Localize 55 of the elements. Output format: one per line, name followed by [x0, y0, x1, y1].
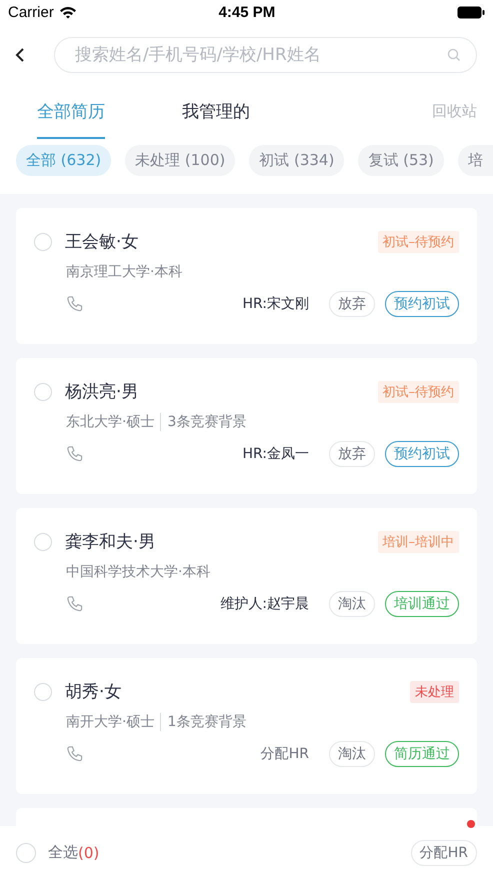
select-all-label[interactable]: 全选	[48, 843, 78, 862]
search-icon[interactable]	[447, 48, 461, 62]
carrier-label: Carrier	[8, 4, 54, 21]
tab[interactable]: 我管理的	[182, 100, 250, 139]
assign-hr-button[interactable]: 分配HR	[410, 840, 477, 866]
reject-button[interactable]: 淘汰	[329, 741, 375, 767]
owner-label: HR:金凤一	[242, 445, 309, 463]
action-button[interactable]: 预约初试	[385, 441, 459, 467]
owner-label: 维护人:赵宇晨	[220, 595, 309, 613]
competition-count: 1条竞赛背景	[167, 713, 246, 731]
filter-chip[interactable]: 全部 (632)	[16, 145, 112, 176]
status-tag: 未处理	[410, 680, 459, 702]
school-degree: 南开大学·硕士	[66, 713, 154, 731]
phone-icon[interactable]	[66, 595, 84, 613]
phone-icon[interactable]	[66, 295, 84, 313]
battery-icon	[457, 6, 485, 19]
candidate-name: 胡秀·女	[65, 681, 122, 703]
reject-button[interactable]: 淘汰	[329, 591, 375, 617]
checkbox[interactable]	[16, 842, 36, 862]
candidate-name: 杨洪亮·男	[65, 381, 140, 403]
phone-icon[interactable]	[66, 445, 84, 463]
resume-card[interactable]: 龚李和夫·男 培训–培训中 中国科学技术大学·本科 维护人:赵宇晨 淘汰 培训通过	[16, 508, 477, 644]
status-tag: 培训–培训中	[378, 530, 459, 552]
candidate-name: 龚李和夫·男	[65, 531, 156, 553]
checkbox[interactable]	[34, 532, 52, 550]
resume-card[interactable]: 胡秀·女 未处理 南开大学·硕士 1条竞赛背景 分配HR 淘汰 简历通过	[16, 658, 477, 794]
action-button[interactable]: 培训通过	[385, 591, 459, 617]
filter-chip[interactable]: 培	[458, 145, 493, 176]
school-degree: 东北大学·硕士	[66, 413, 154, 431]
school-degree: 中国科学技术大学·本科	[66, 563, 210, 581]
search-field[interactable]: 搜索姓名/手机号码/学校/HR姓名	[54, 37, 477, 73]
wifi-icon	[58, 6, 77, 19]
selected-count: (0)	[78, 844, 100, 862]
clock: 4:45 PM	[218, 4, 276, 21]
reject-button[interactable]: 放弃	[329, 441, 375, 467]
tab[interactable]: 全部简历	[37, 100, 105, 139]
checkbox[interactable]	[34, 382, 52, 400]
owner-label: 分配HR	[260, 745, 309, 763]
competition-count: 3条竞赛背景	[167, 413, 246, 431]
owner-label: HR:宋文刚	[242, 295, 309, 313]
resume-card[interactable]: 王会敏·女 初试–待预约 南京理工大学·本科 HR:宋文刚 放弃 预约初试	[16, 208, 477, 344]
filter-chip[interactable]: 复试 (53)	[358, 145, 444, 176]
candidate-name: 王会敏·女	[65, 231, 140, 253]
reject-button[interactable]: 放弃	[329, 291, 375, 317]
filter-chip[interactable]: 未处理 (100)	[125, 145, 236, 176]
status-tag: 初试–待预约	[378, 380, 459, 402]
action-button[interactable]: 简历通过	[385, 741, 459, 767]
action-button[interactable]: 预约初试	[385, 291, 459, 317]
checkbox[interactable]	[34, 682, 52, 700]
status-tag: 初试–待预约	[378, 230, 459, 252]
filter-chip[interactable]: 初试 (334)	[249, 145, 344, 176]
resume-card[interactable]: 杨洪亮·男 初试–待预约 东北大学·硕士 3条竞赛背景 HR:金凤一 放弃 预约初试	[16, 358, 477, 494]
phone-icon[interactable]	[66, 745, 84, 763]
checkbox[interactable]	[34, 232, 52, 250]
school-degree: 南京理工大学·本科	[66, 263, 182, 281]
